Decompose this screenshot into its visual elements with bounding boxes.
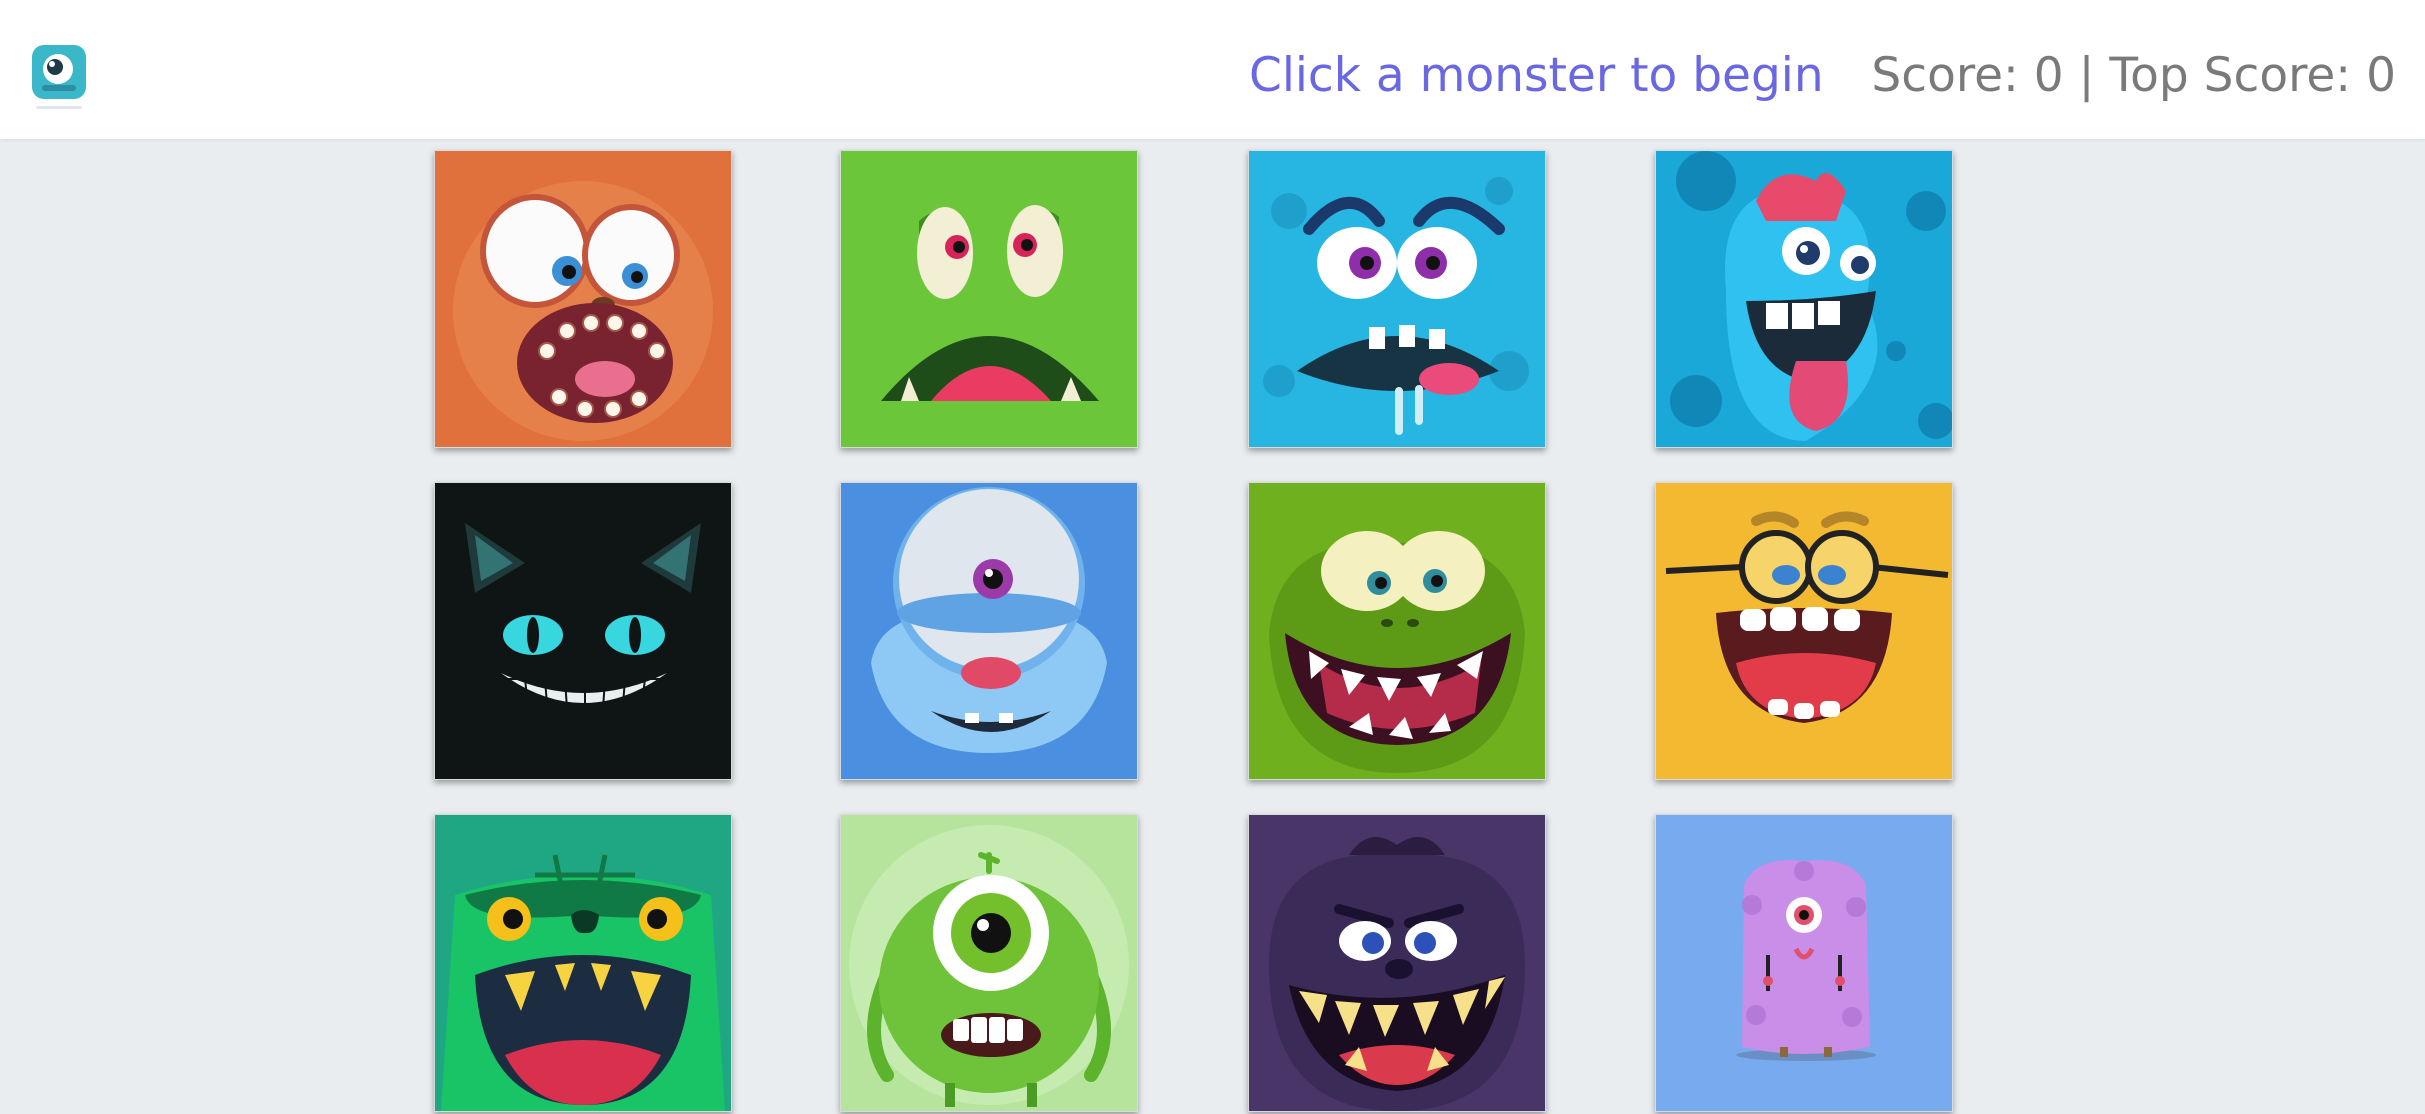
blue-tongue-monster-icon: [1656, 151, 1952, 447]
green-one-eyed-monster-icon: [841, 815, 1137, 1111]
green-one-eyed-monster-card[interactable]: [840, 814, 1138, 1112]
green-grinning-monster-icon: [1249, 483, 1545, 779]
logo-shadow: [36, 106, 82, 109]
top-bar: Click a monster to begin Score: 0 | Top …: [0, 0, 2425, 139]
blue-cyclops-monster-card[interactable]: [840, 482, 1138, 780]
purple-angry-monster-card[interactable]: [1248, 814, 1546, 1112]
green-gaping-monster-icon: [841, 151, 1137, 447]
teal-ogre-monster-icon: [435, 815, 731, 1111]
black-cat-monster-card[interactable]: [434, 482, 732, 780]
green-grinning-monster-card[interactable]: [1248, 482, 1546, 780]
purple-fluffy-monster-card[interactable]: [1655, 814, 1953, 1112]
yellow-glasses-monster-card[interactable]: [1655, 482, 1953, 780]
purple-fluffy-monster-icon: [1656, 815, 1952, 1111]
orange-furry-monster-icon: [435, 151, 731, 447]
blue-scared-monster-icon: [1249, 151, 1545, 447]
yellow-glasses-monster-icon: [1656, 483, 1952, 779]
blue-scared-monster-card[interactable]: [1248, 150, 1546, 448]
purple-angry-monster-icon: [1249, 815, 1545, 1111]
teal-ogre-monster-card[interactable]: [434, 814, 732, 1112]
green-gaping-monster-card[interactable]: [840, 150, 1138, 448]
blue-tongue-monster-card[interactable]: [1655, 150, 1953, 448]
game-status-message: Click a monster to begin: [1249, 48, 1824, 103]
orange-furry-monster-card[interactable]: [434, 150, 732, 448]
score-display: Score: 0 | Top Score: 0: [1871, 48, 2396, 103]
black-cat-monster-icon: [435, 483, 731, 779]
monster-logo-icon[interactable]: [32, 45, 86, 99]
blue-cyclops-monster-icon: [841, 483, 1137, 779]
